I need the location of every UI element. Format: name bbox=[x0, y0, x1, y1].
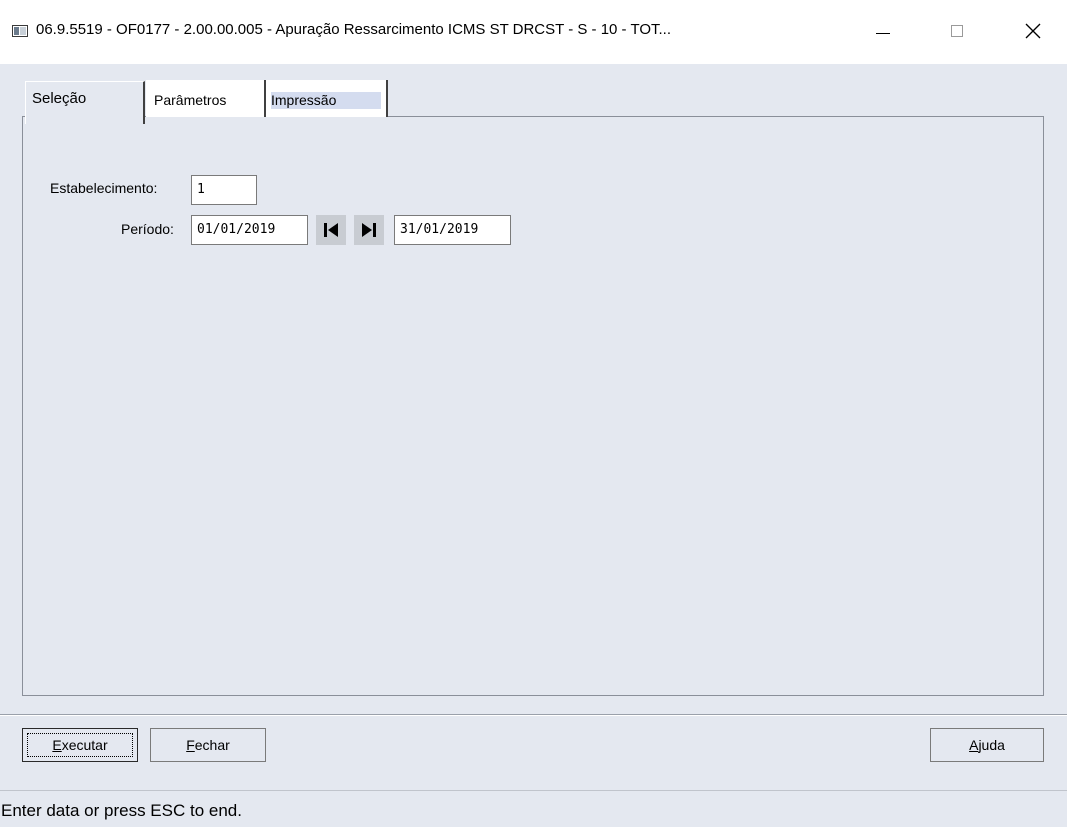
executar-accel: E bbox=[52, 737, 62, 753]
minimize-button[interactable] bbox=[860, 14, 906, 48]
periodo-fim-input[interactable]: 31/01/2019 bbox=[394, 215, 511, 245]
first-period-button[interactable] bbox=[316, 215, 346, 245]
periodo-inicio-input[interactable]: 01/01/2019 bbox=[191, 215, 308, 245]
executar-button[interactable]: Executar bbox=[22, 728, 138, 762]
tab-selecao[interactable]: Seleção bbox=[25, 81, 145, 124]
minimize-icon bbox=[876, 32, 890, 34]
periodo-label: Período: bbox=[121, 221, 174, 237]
button-bar-separator bbox=[0, 714, 1067, 716]
tab-panel-selecao bbox=[22, 116, 1044, 696]
maximize-button[interactable] bbox=[934, 14, 980, 48]
close-button[interactable] bbox=[1010, 14, 1056, 48]
fechar-label: echar bbox=[194, 737, 230, 753]
close-icon bbox=[1025, 23, 1041, 39]
window-client-area: Seleção Parâmetros Impressão Estabelecim… bbox=[0, 64, 1067, 827]
tab-parametros[interactable]: Parâmetros bbox=[146, 80, 266, 117]
status-bar: Enter data or press ESC to end. bbox=[0, 790, 1067, 827]
tab-selecao-label: Seleção bbox=[32, 90, 87, 107]
app-icon[interactable] bbox=[12, 25, 28, 37]
tab-impressao-label: Impressão bbox=[271, 92, 337, 108]
skip-last-icon bbox=[362, 223, 376, 237]
skip-first-icon bbox=[324, 223, 338, 237]
tab-impressao[interactable]: Impressão bbox=[266, 80, 388, 117]
fechar-accel: F bbox=[186, 737, 195, 753]
tab-parametros-label: Parâmetros bbox=[154, 92, 227, 108]
estabelecimento-label: Estabelecimento: bbox=[50, 180, 158, 196]
last-period-button[interactable] bbox=[354, 215, 384, 245]
status-message: Enter data or press ESC to end. bbox=[1, 801, 242, 820]
fechar-button[interactable]: Fechar bbox=[150, 728, 266, 762]
title-bar: 06.9.5519 - OF0177 - 2.00.00.005 - Apura… bbox=[0, 0, 1067, 64]
ajuda-button[interactable]: Ajuda bbox=[930, 728, 1044, 762]
executar-label: xecutar bbox=[61, 737, 108, 753]
ajuda-label: juda bbox=[978, 737, 1005, 753]
window-title: 06.9.5519 - OF0177 - 2.00.00.005 - Apura… bbox=[36, 21, 672, 38]
maximize-icon bbox=[951, 25, 963, 37]
estabelecimento-input[interactable]: 1 bbox=[191, 175, 257, 205]
